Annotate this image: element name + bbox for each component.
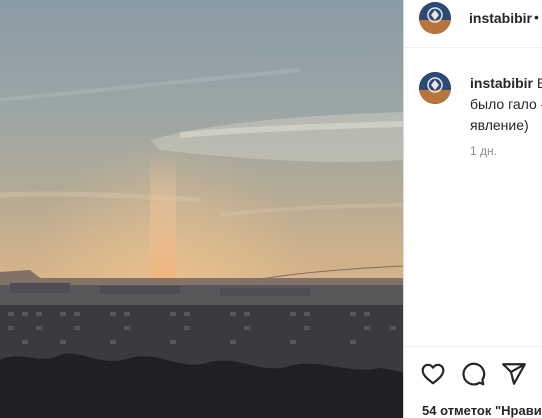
avatar[interactable]	[419, 72, 451, 104]
header-separator: •	[534, 9, 539, 25]
share-button[interactable]	[501, 361, 527, 387]
caption-text: instabibir В было гало - явление)	[470, 73, 542, 136]
speech-bubble-icon	[462, 362, 486, 386]
caption-username[interactable]: instabibir	[470, 75, 533, 91]
caption-line2: было гало -	[470, 96, 542, 112]
post-actions-bar: 54 отметок "Нрави	[404, 346, 542, 418]
post-photo[interactable]	[0, 0, 403, 418]
caption-timestamp[interactable]: 1 дн.	[470, 144, 497, 158]
paper-plane-icon	[502, 363, 526, 385]
comment-button[interactable]	[460, 361, 486, 387]
likes-count[interactable]: 54 отметок "Нрави	[422, 403, 542, 418]
heart-icon	[421, 363, 445, 385]
post-header: instabibir •	[404, 0, 542, 48]
sunset-photo-image	[0, 0, 403, 418]
caption-line3: явление)	[470, 117, 529, 133]
avatar-logo-icon	[419, 72, 451, 104]
avatar[interactable]	[419, 2, 451, 34]
like-button[interactable]	[420, 361, 446, 387]
caption-line1: В	[537, 75, 542, 91]
post-author-username[interactable]: instabibir	[469, 10, 532, 26]
avatar-logo-icon	[419, 2, 451, 34]
post-side-panel: instabibir • instabibir В было гало - яв…	[403, 0, 542, 418]
